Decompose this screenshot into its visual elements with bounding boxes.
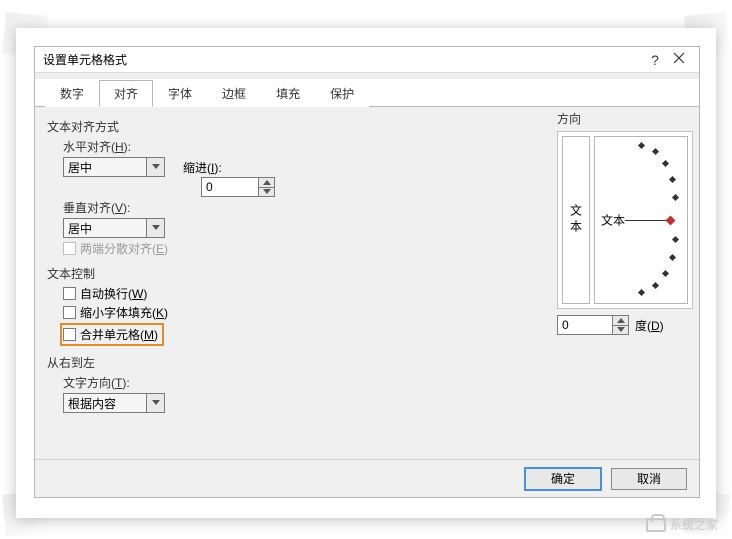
- vertical-align-combo[interactable]: 居中: [63, 218, 165, 238]
- close-button[interactable]: [667, 52, 691, 67]
- dialog-title: 设置单元格格式: [43, 51, 643, 68]
- tab-number[interactable]: 数字: [45, 80, 99, 107]
- tab-border[interactable]: 边框: [207, 80, 261, 107]
- ok-button[interactable]: 确定: [525, 468, 601, 490]
- close-icon: [673, 52, 685, 64]
- tab-strip: 数字 对齐 字体 边框 填充 保护: [35, 79, 699, 107]
- spinner-up-icon[interactable]: [613, 316, 628, 326]
- degree-spinner[interactable]: 0: [557, 315, 629, 335]
- orientation-panel: 方向 文本 文本: [557, 107, 693, 335]
- vertical-align-value: 居中: [64, 219, 146, 237]
- checkbox-icon: [63, 328, 76, 341]
- orientation-dial[interactable]: 文本: [594, 136, 688, 304]
- horizontal-align-combo[interactable]: 居中: [63, 157, 165, 177]
- chevron-down-icon: [146, 394, 164, 412]
- degree-value: 0: [558, 316, 612, 334]
- cancel-button[interactable]: 取消: [611, 468, 687, 490]
- house-icon: [646, 518, 666, 532]
- indent-label: 缩进(I):: [183, 159, 222, 176]
- format-cells-dialog: 设置单元格格式 ? 数字 对齐 字体 边框 填充 保护 文本对齐方式 水平对齐(…: [34, 46, 700, 498]
- orientation-group: 方向: [557, 110, 693, 127]
- checkbox-icon: [63, 242, 76, 255]
- help-button[interactable]: ?: [643, 52, 667, 68]
- rtl-group: 从右到左: [47, 354, 687, 371]
- dial-end-marker: [666, 216, 676, 226]
- dialog-button-bar: 确定 取消: [35, 459, 699, 497]
- text-direction-value: 根据内容: [64, 394, 146, 412]
- text-direction-label: 文字方向(T):: [63, 374, 687, 391]
- vertical-text-button[interactable]: 文本: [562, 136, 590, 304]
- spinner-up-icon[interactable]: [259, 178, 274, 188]
- alignment-panel: 文本对齐方式 水平对齐(H): 居中 缩进(I): 0 垂: [35, 107, 699, 465]
- spinner-down-icon[interactable]: [259, 188, 274, 197]
- tab-protection[interactable]: 保护: [315, 80, 369, 107]
- dial-label: 文本: [601, 212, 625, 229]
- text-direction-combo[interactable]: 根据内容: [63, 393, 165, 413]
- watermark: 系统之家: [646, 516, 718, 533]
- chevron-down-icon: [146, 219, 164, 237]
- title-bar: 设置单元格格式 ?: [35, 47, 699, 73]
- tab-alignment[interactable]: 对齐: [99, 80, 153, 107]
- checkbox-icon: [63, 287, 76, 300]
- chevron-down-icon: [146, 158, 164, 176]
- horizontal-align-value: 居中: [64, 158, 146, 176]
- checkbox-icon: [63, 306, 76, 319]
- dial-needle: [625, 220, 669, 221]
- indent-value: 0: [202, 178, 258, 196]
- tab-fill[interactable]: 填充: [261, 80, 315, 107]
- spinner-down-icon[interactable]: [613, 326, 628, 335]
- indent-spinner[interactable]: 0: [201, 177, 275, 197]
- degree-label: 度(D): [635, 317, 664, 334]
- merge-cells-checkbox[interactable]: 合并单元格(M): [60, 323, 164, 346]
- tab-font[interactable]: 字体: [153, 80, 207, 107]
